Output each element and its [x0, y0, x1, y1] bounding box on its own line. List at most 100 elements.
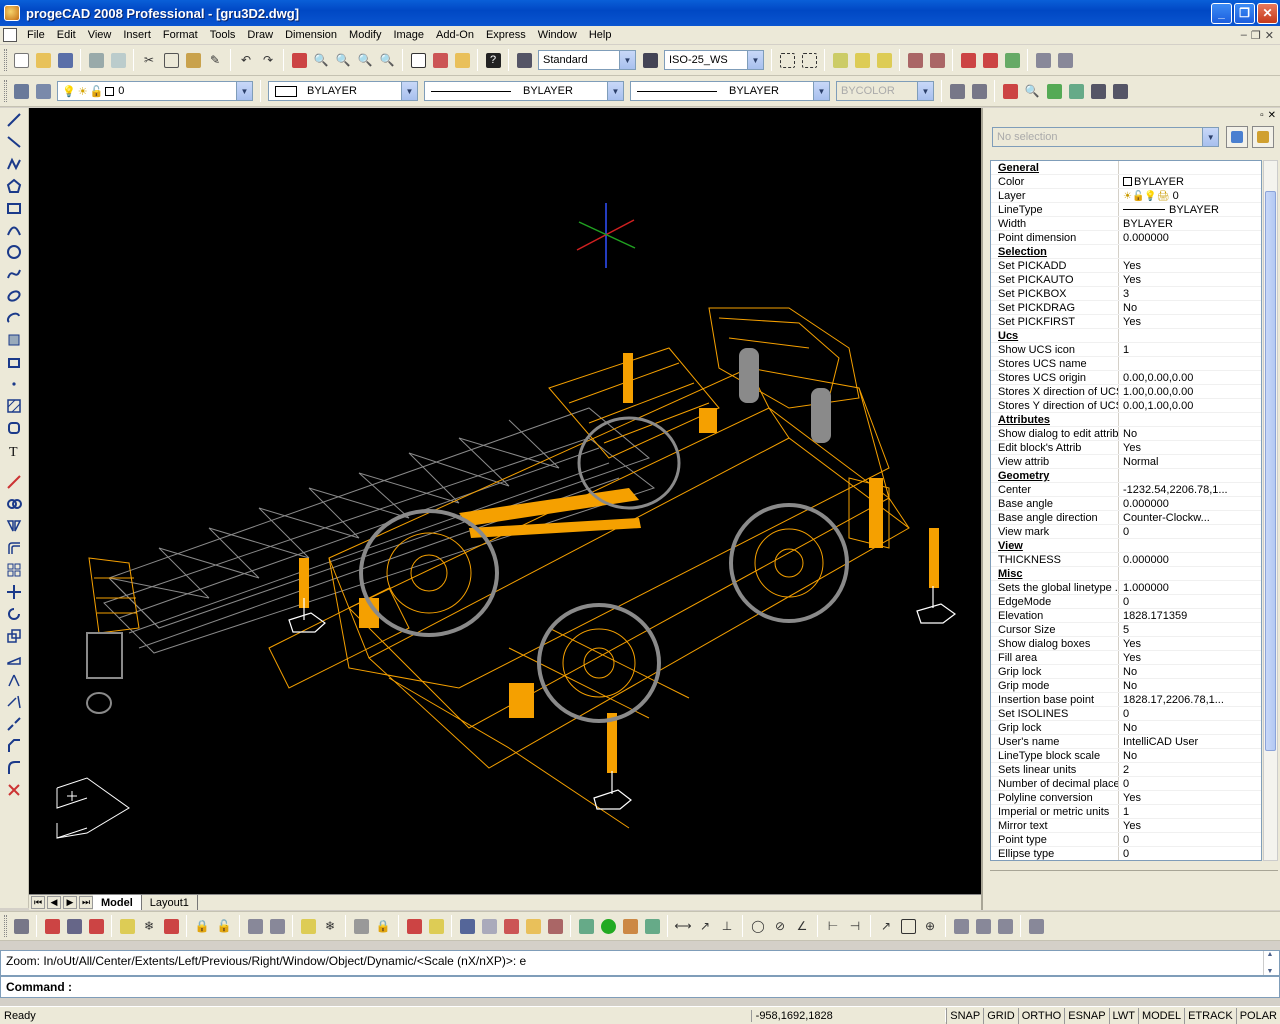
property-row[interactable]: Set PICKBOX 3: [991, 287, 1261, 301]
hatch-tool-icon[interactable]: [3, 396, 25, 416]
status-toggle-grid[interactable]: GRID: [983, 1007, 1018, 1024]
new-file-icon[interactable]: [11, 50, 31, 70]
property-section[interactable]: Misc: [991, 567, 1261, 581]
print-preview-icon[interactable]: [108, 50, 128, 70]
property-row[interactable]: Center -1232.54,2206.78,1...: [991, 483, 1261, 497]
property-value[interactable]: 1.00,0.00,0.00: [1119, 385, 1261, 398]
property-section[interactable]: Attributes: [991, 413, 1261, 427]
next-tab-icon[interactable]: ▶: [63, 896, 77, 909]
text-tool-icon[interactable]: T: [3, 440, 25, 460]
scroll-up-icon[interactable]: ▲: [1267, 951, 1274, 958]
line-tool-icon[interactable]: [3, 110, 25, 130]
layer-lock-icon[interactable]: 🔒: [192, 916, 212, 936]
prev-tab-icon[interactable]: ◀: [47, 896, 61, 909]
insert-block-icon[interactable]: [3, 330, 25, 350]
extend-tool-icon[interactable]: [3, 692, 25, 712]
property-row[interactable]: Mirror text Yes: [991, 819, 1261, 833]
rectangle-tool-icon[interactable]: [3, 198, 25, 218]
property-row[interactable]: Stores X direction of UCS 1.00,0.00,0.00: [991, 385, 1261, 399]
doc-close-icon[interactable]: ✕: [1265, 29, 1274, 42]
property-value[interactable]: No: [1119, 665, 1261, 678]
properties-icon[interactable]: [408, 50, 428, 70]
document-icon[interactable]: [3, 28, 17, 42]
property-value[interactable]: Counter-Clockw...: [1119, 511, 1261, 524]
chevron-down-icon[interactable]: ▼: [236, 82, 252, 100]
property-value[interactable]: Yes: [1119, 315, 1261, 328]
property-row[interactable]: Grip lock No: [991, 721, 1261, 735]
draw-order-back-icon[interactable]: [969, 81, 989, 101]
color-select[interactable]: BYLAYER ▼: [268, 81, 418, 101]
angular-dim-icon[interactable]: ∠: [792, 916, 812, 936]
attribute-icon[interactable]: [980, 50, 1000, 70]
radius-dim-icon[interactable]: ◯: [748, 916, 768, 936]
spell-check-icon[interactable]: [905, 50, 925, 70]
copy-tool-icon[interactable]: [3, 494, 25, 514]
status-toggle-etrack[interactable]: ETRACK: [1184, 1007, 1236, 1024]
menu-express[interactable]: Express: [480, 29, 532, 41]
chevron-down-icon[interactable]: ▼: [607, 82, 623, 100]
property-row[interactable]: Color BYLAYER: [991, 175, 1261, 189]
panel-float-icon[interactable]: ▫: [1260, 110, 1264, 121]
layer-previous-icon[interactable]: [33, 81, 53, 101]
layer-all-unlock-icon[interactable]: [298, 916, 318, 936]
status-toggle-model[interactable]: MODEL: [1137, 1007, 1184, 1024]
property-row[interactable]: Set PICKDRAG No: [991, 301, 1261, 315]
menu-insert[interactable]: Insert: [117, 29, 157, 41]
chamfer-tool-icon[interactable]: [3, 736, 25, 756]
linear-dim-icon[interactable]: ⟷: [673, 916, 693, 936]
dim-style-manager-icon[interactable]: [1026, 916, 1046, 936]
polyline-tool-icon[interactable]: [3, 154, 25, 174]
property-row[interactable]: Grip mode No: [991, 679, 1261, 693]
toolbar-grip[interactable]: [4, 80, 7, 102]
layer-manager-icon[interactable]: [11, 916, 31, 936]
rotate-tool-icon[interactable]: [3, 604, 25, 624]
menu-window[interactable]: Window: [532, 29, 583, 41]
menu-edit[interactable]: Edit: [51, 29, 82, 41]
property-value[interactable]: 1: [1119, 805, 1261, 818]
property-section[interactable]: View: [991, 539, 1261, 553]
menu-image[interactable]: Image: [387, 29, 430, 41]
property-row[interactable]: Show UCS icon 1: [991, 343, 1261, 357]
property-value[interactable]: Yes: [1119, 637, 1261, 650]
menu-help[interactable]: Help: [583, 29, 618, 41]
property-row[interactable]: Imperial or metric units 1: [991, 805, 1261, 819]
array-tool-icon[interactable]: [3, 560, 25, 580]
property-value[interactable]: [1119, 357, 1261, 370]
ucs-icon[interactable]: [830, 50, 850, 70]
region-tool-icon[interactable]: [3, 418, 25, 438]
ucs-world-icon[interactable]: [852, 50, 872, 70]
design-center-icon[interactable]: [430, 50, 450, 70]
view-zoom-icon[interactable]: 🔍: [1022, 81, 1042, 101]
camera-icon[interactable]: [1110, 81, 1130, 101]
status-toggle-lwt[interactable]: LWT: [1108, 1007, 1138, 1024]
property-value[interactable]: Normal: [1119, 455, 1261, 468]
doc-restore-icon[interactable]: ❐: [1251, 29, 1261, 42]
property-value[interactable]: BYLAYER: [1119, 203, 1261, 216]
ordinate-dim-icon[interactable]: ⊥: [717, 916, 737, 936]
stretch-tool-icon[interactable]: [3, 648, 25, 668]
spline-tool-icon[interactable]: [3, 264, 25, 284]
property-row[interactable]: Set PICKAUTO Yes: [991, 273, 1261, 287]
property-value[interactable]: Yes: [1119, 819, 1261, 832]
property-section[interactable]: Selection: [991, 245, 1261, 259]
status-toggle-snap[interactable]: SNAP: [946, 1007, 983, 1024]
fillet-tool-icon[interactable]: [3, 758, 25, 778]
xref-icon[interactable]: [479, 916, 499, 936]
property-value[interactable]: No: [1119, 749, 1261, 762]
point-tool-icon[interactable]: [3, 374, 25, 394]
property-value[interactable]: Yes: [1119, 441, 1261, 454]
lineweight-select[interactable]: BYLAYER ▼: [630, 81, 830, 101]
layer-delete-icon[interactable]: [86, 916, 106, 936]
zoom-window-icon[interactable]: 🔍: [333, 50, 353, 70]
property-value[interactable]: 1.000000: [1119, 581, 1261, 594]
menu-format[interactable]: Format: [157, 29, 204, 41]
property-value[interactable]: 1828.17,2206.78,1...: [1119, 693, 1261, 706]
layer-walk-icon[interactable]: ❄: [320, 916, 340, 936]
property-row[interactable]: Point dimension 0.000000: [991, 231, 1261, 245]
property-value[interactable]: 0: [1119, 833, 1261, 846]
property-value[interactable]: No: [1119, 427, 1261, 440]
ellipse-tool-icon[interactable]: [3, 286, 25, 306]
erase-tool-icon[interactable]: [3, 472, 25, 492]
minimize-button[interactable]: _: [1211, 2, 1232, 24]
property-section[interactable]: General: [991, 161, 1261, 175]
